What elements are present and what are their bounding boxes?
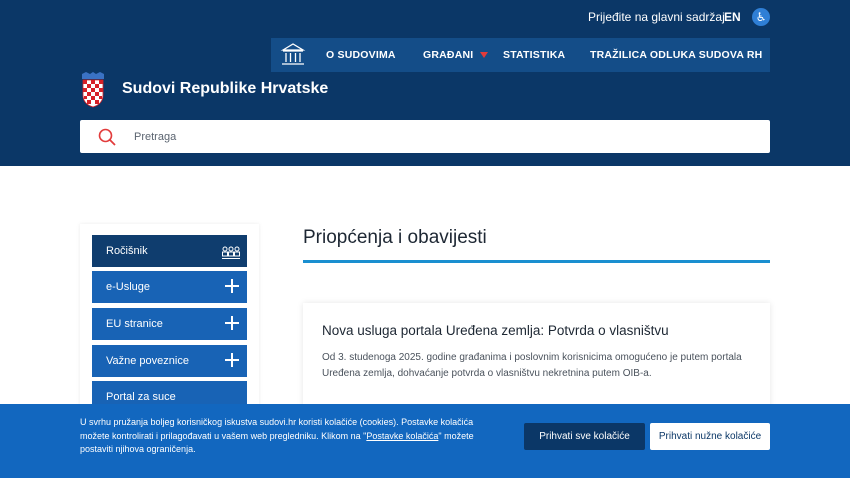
news-card[interactable]: Nova usluga portala Uređena zemlja: Potv… [303,303,770,413]
nav-item-statistika[interactable]: STATISTIKA [503,38,565,72]
skip-to-content-link[interactable]: Prijeđite na glavni sadržaj [588,10,725,24]
sidebar-item-rocisnik[interactable]: Ročišnik [92,235,247,267]
site-title[interactable]: Sudovi Republike Hrvatske [122,80,328,98]
sidebar-item-eu-stranice[interactable]: EU stranice [92,308,247,340]
sidebar-item-label: Važne poveznice [106,355,189,367]
sidebar-item-vazne-poveznice[interactable]: Važne poveznice [92,345,247,377]
croatian-coat-of-arms-icon[interactable] [80,72,106,108]
search-icon[interactable] [98,128,116,146]
page-title: Priopćenja i obavijesti [303,227,487,248]
language-switch[interactable]: EN [724,10,741,24]
site-header: Prijeđite na glavni sadržaj EN ♿ O SUDOV… [0,0,850,166]
cookie-notice-text: U svrhu pružanja boljeg korisničkog isku… [80,416,500,457]
nav-item-gradani-label: GRAĐANI [423,49,474,61]
main-nav: O SUDOVIMA GRAĐANI STATISTIKA TRAŽILICA … [271,38,770,72]
sidebar-item-label: Ročišnik [106,245,148,257]
plus-icon[interactable] [225,353,239,367]
plus-icon[interactable] [225,316,239,330]
nav-item-o-sudovima[interactable]: O SUDOVIMA [326,38,396,72]
cookie-banner: U svrhu pružanja boljeg korisničkog isku… [0,404,850,478]
sidebar-item-e-usluge[interactable]: e-Usluge [92,271,247,303]
nav-item-trazilica[interactable]: TRAŽILICA ODLUKA SUDOVA RH [590,38,762,72]
cookie-settings-link[interactable]: Postavke kolačića [366,431,438,441]
sidebar-item-label: EU stranice [106,318,163,330]
sidebar-item-label: e-Usluge [106,281,151,293]
sidebar-item-label: Portal za suce [106,391,176,403]
caret-down-icon [480,52,489,59]
accept-necessary-cookies-button[interactable]: Prihvati nužne kolačiće [650,423,770,450]
accessibility-icon[interactable]: ♿ [752,8,770,26]
search-bar [80,120,770,153]
news-card-title[interactable]: Nova usluga portala Uređena zemlja: Potv… [322,323,669,338]
accept-all-cookies-button[interactable]: Prihvati sve kolačiće [524,423,645,450]
people-group-icon [221,242,241,259]
search-input[interactable] [132,126,736,148]
nav-item-gradani[interactable]: GRAĐANI [423,38,489,72]
news-card-text: Od 3. studenoga 2025. godine građanima i… [322,352,742,379]
title-divider [303,260,770,263]
courthouse-icon[interactable] [271,38,315,72]
plus-icon[interactable] [225,279,239,293]
